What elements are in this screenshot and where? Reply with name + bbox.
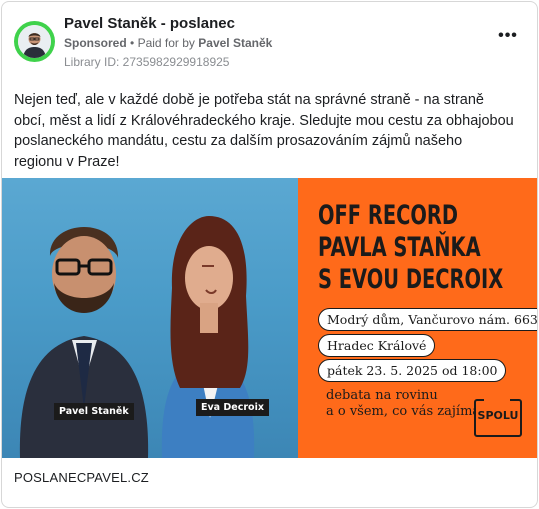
ad-creative-image[interactable]: Pavel Staněk Eva Decroix OFF RECORD PAVL… [2,178,537,458]
meta-separator: • [130,36,135,50]
profile-avatar[interactable] [14,21,55,62]
name-tag-eva: Eva Decroix [196,399,269,416]
name-tag-pavel: Pavel Staněk [54,403,134,420]
city-pill: Hradec Králové [318,334,436,357]
datetime-pill: pátek 23. 5. 2025 od 18:00 [318,359,507,382]
headline-line-2: PAVLA STAŇKA [318,232,481,263]
avatar-image [18,25,51,58]
more-horizontal-icon: ••• [498,27,518,44]
headline-line-3: S EVOU DECROIX [318,264,504,295]
debate-line-2: a o všem, co vás zajímá [326,404,481,419]
paid-for-name: Pavel Staněk [198,36,273,50]
candidates-photo: Pavel Staněk Eva Decroix [2,178,298,458]
sponsored-label: Sponsored [64,36,127,50]
vertical-disclaimer [524,186,532,326]
spolu-logo: SPOLU [474,399,522,437]
page-name-link[interactable]: Pavel Staněk - poslanec [64,15,235,32]
headline-line-1: OFF RECORD [318,200,459,231]
venue-pill: Modrý dům, Vančurovo nám. 663/5 [318,308,537,331]
ad-card: Pavel Staněk - poslanec Sponsored • Paid… [1,1,538,508]
event-info-panel: OFF RECORD PAVLA STAŇKA S EVOU DECROIX M… [298,178,537,458]
paid-for-prefix: Paid for by [137,36,195,50]
website-link[interactable]: POSLANECPAVEL.CZ [14,470,149,485]
post-body-text: Nejen teď, ale v každé době je potřeba s… [14,92,514,170]
event-headline: OFF RECORD PAVLA STAŇKA S EVOU DECROIX [318,200,503,296]
library-id: Library ID: 2735982929918925 [64,55,230,69]
debate-line-1: debata na rovinu [326,388,438,403]
debate-tagline: debata na rovinu a o všem, co vás zajímá [326,388,480,420]
more-options-button[interactable]: ••• [496,27,520,44]
sponsored-meta: Sponsored • Paid for by Pavel Staněk [64,36,272,50]
